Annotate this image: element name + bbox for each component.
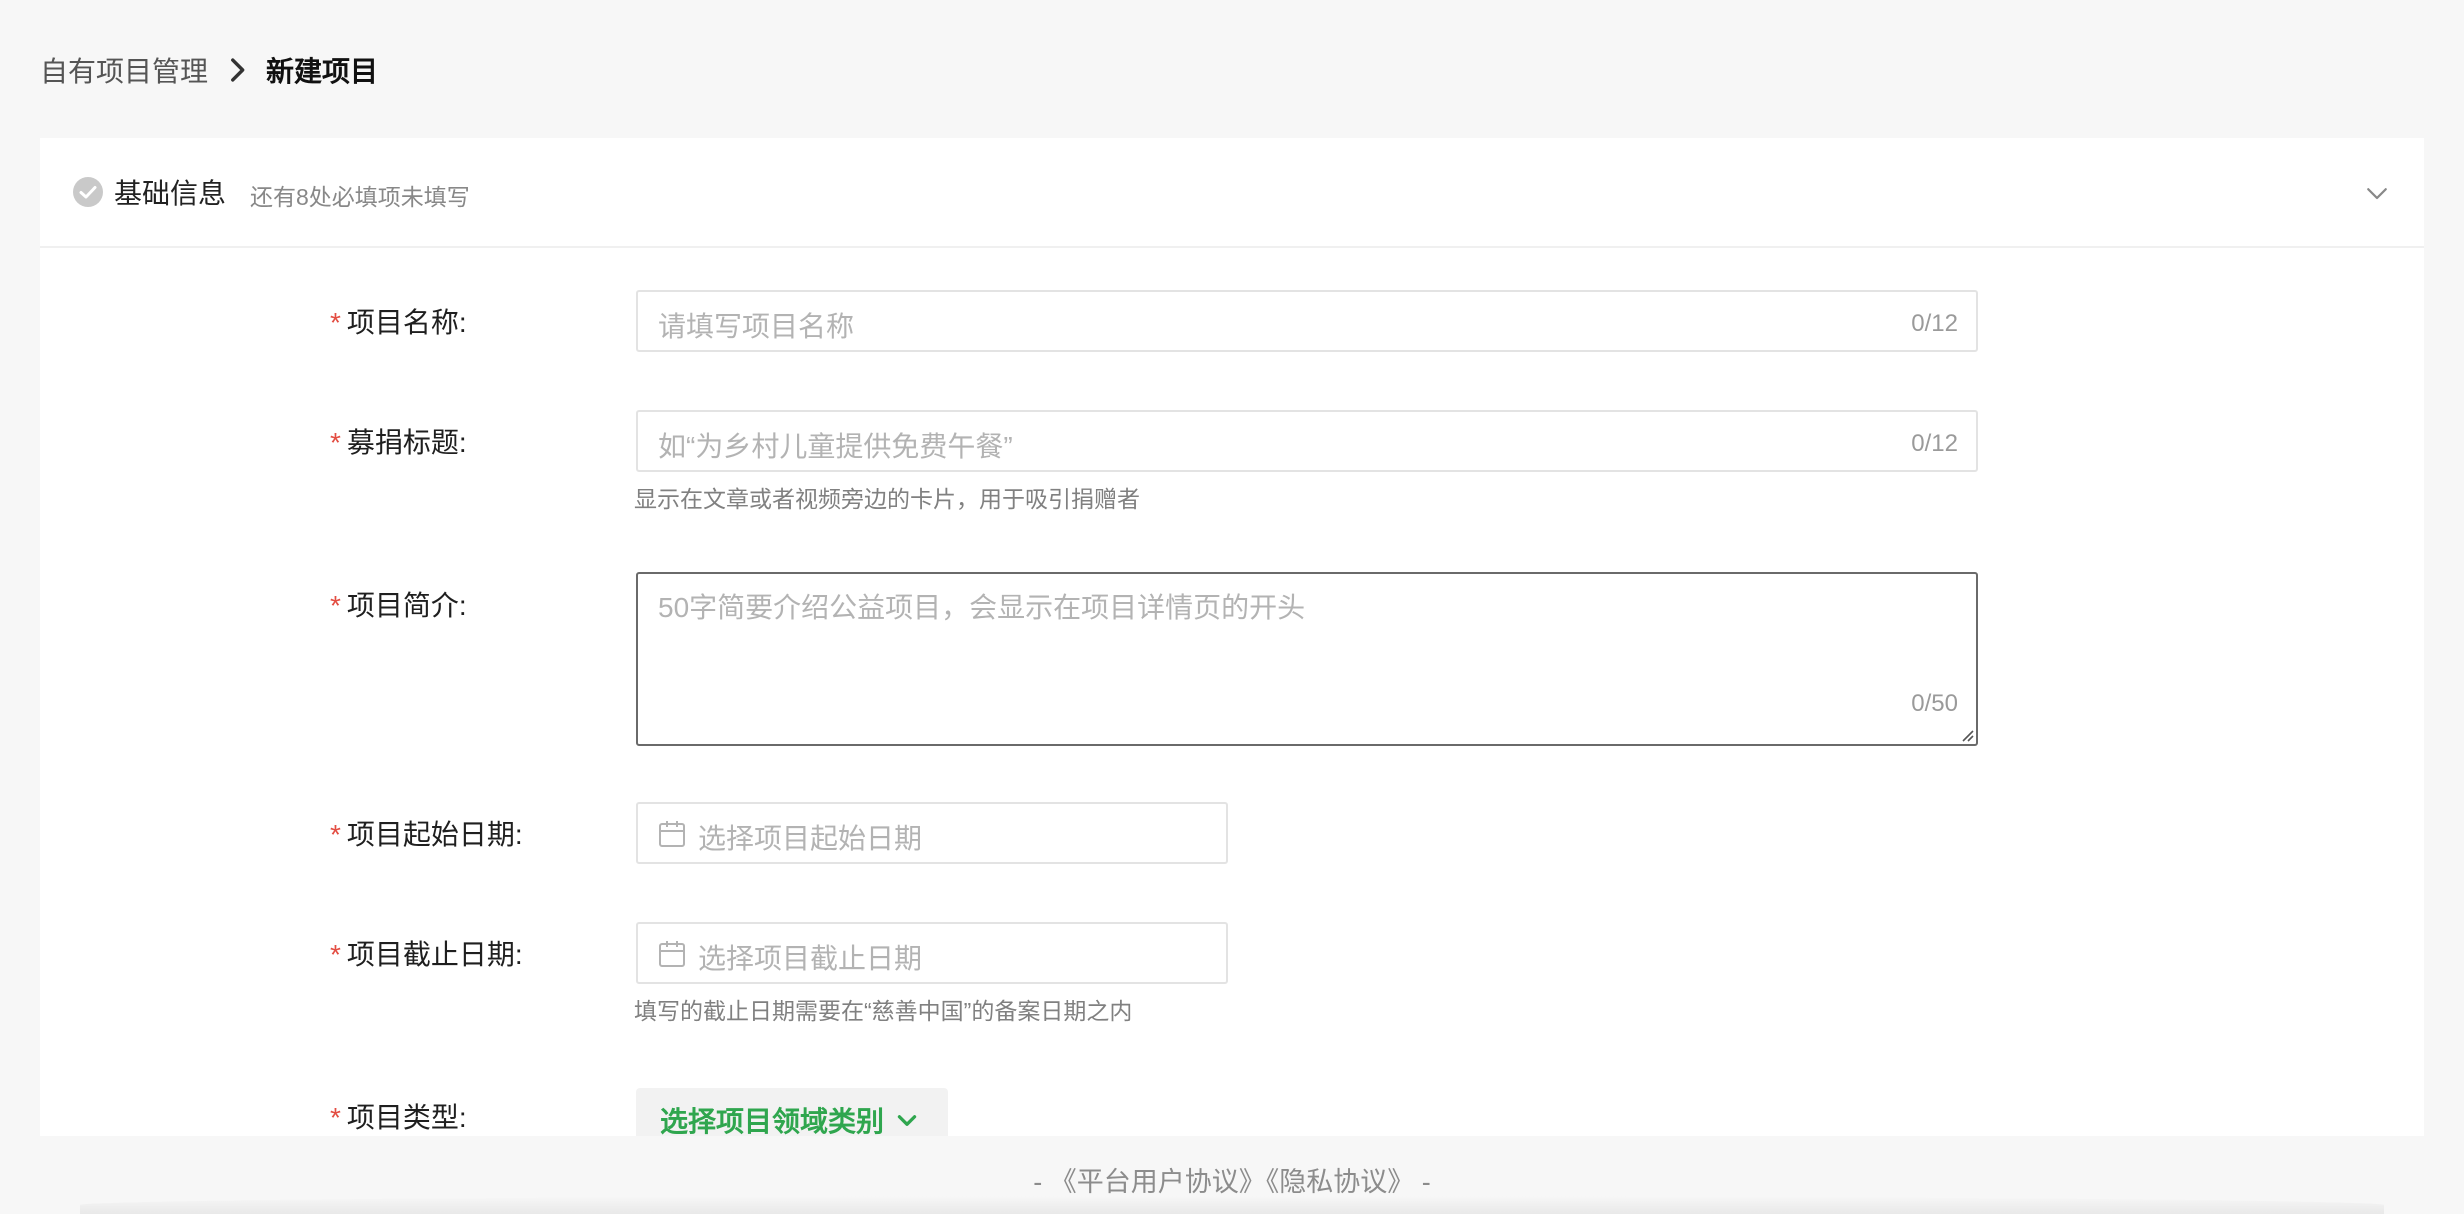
start-date-label: * 项目起始日期: xyxy=(330,813,523,853)
end-date-picker[interactable]: 选择项目截止日期 xyxy=(636,922,1228,984)
project-intro-label-text: 项目简介: xyxy=(346,590,467,621)
fundraise-title-help: 显示在文章或者视频旁边的卡片，用于吸引捐赠者 xyxy=(634,486,1140,512)
project-intro-placeholder: 50字简要介绍公益项目，会显示在项目详情页的开头 xyxy=(658,592,1306,623)
required-mark: * xyxy=(330,427,341,458)
section-hint: 还有8处必填项未填写 xyxy=(250,184,470,210)
required-mark: * xyxy=(330,939,341,970)
section-title: 基础信息 xyxy=(114,178,227,209)
privacy-agreement-link[interactable]: 《隐私协议》 xyxy=(1266,1167,1415,1197)
breadcrumb: 自有项目管理 新建项目 xyxy=(40,50,378,90)
select-project-type-label: 选择项目领域类别 xyxy=(660,1106,885,1136)
calendar-icon xyxy=(659,941,685,967)
footer: - 《平台用户协议》《隐私协议》 - xyxy=(0,1160,2464,1199)
required-mark: * xyxy=(330,590,341,621)
required-mark: * xyxy=(330,307,341,338)
fundraise-title-input[interactable]: 如“为乡村儿童提供免费午餐” 0/12 xyxy=(636,410,1978,472)
resize-handle-icon[interactable] xyxy=(1958,726,1974,742)
check-circle-icon xyxy=(73,177,103,207)
bottom-shadow xyxy=(80,1196,2384,1214)
chevron-down-icon[interactable] xyxy=(2362,178,2392,208)
breadcrumb-parent-link[interactable]: 自有项目管理 xyxy=(40,50,208,90)
fundraise-title-label: * 募捐标题: xyxy=(330,421,467,461)
project-intro-counter: 0/50 xyxy=(1911,690,1958,717)
platform-agreement-link[interactable]: 《平台用户协议》 xyxy=(1050,1167,1266,1197)
chevron-right-icon xyxy=(231,58,245,82)
project-name-input[interactable]: 请填写项目名称 0/12 xyxy=(636,290,1978,352)
end-date-help: 填写的截止日期需要在“慈善中国”的备案日期之内 xyxy=(634,998,1133,1024)
calendar-icon xyxy=(659,821,685,847)
project-name-label-text: 项目名称: xyxy=(346,307,467,338)
required-mark: * xyxy=(330,1102,341,1133)
basic-info-card: 基础信息 还有8处必填项未填写 * 项目名称: 请填写项目名称 0/12 * 募捐标… xyxy=(40,138,2424,1136)
start-date-placeholder: 选择项目起始日期 xyxy=(698,823,923,854)
start-date-label-text: 项目起始日期: xyxy=(346,819,523,850)
project-intro-label: * 项目简介: xyxy=(330,584,467,624)
project-type-label-text: 项目类型: xyxy=(346,1102,467,1133)
end-date-label-text: 项目截止日期: xyxy=(346,939,523,970)
chevron-down-icon xyxy=(897,1115,917,1126)
start-date-picker[interactable]: 选择项目起始日期 xyxy=(636,802,1228,864)
project-intro-textarea[interactable]: 50字简要介绍公益项目，会显示在项目详情页的开头 0/50 xyxy=(636,572,1978,746)
breadcrumb-current: 新建项目 xyxy=(266,56,379,87)
footer-suffix: - xyxy=(1421,1167,1431,1197)
footer-prefix: - xyxy=(1033,1167,1043,1197)
end-date-label: * 项目截止日期: xyxy=(330,933,523,973)
project-name-counter: 0/12 xyxy=(1911,310,1958,337)
fundraise-title-counter: 0/12 xyxy=(1911,430,1958,457)
end-date-placeholder: 选择项目截止日期 xyxy=(698,943,923,974)
fundraise-title-label-text: 募捐标题: xyxy=(346,427,467,458)
select-project-type-button[interactable]: 选择项目领域类别 xyxy=(636,1088,948,1136)
project-name-label: * 项目名称: xyxy=(330,301,467,341)
basic-info-header[interactable]: 基础信息 还有8处必填项未填写 xyxy=(40,138,2424,248)
fundraise-title-placeholder: 如“为乡村儿童提供免费午餐” xyxy=(658,431,1013,462)
project-name-placeholder: 请填写项目名称 xyxy=(658,311,855,342)
required-mark: * xyxy=(330,819,341,850)
project-type-label: * 项目类型: xyxy=(330,1096,467,1136)
